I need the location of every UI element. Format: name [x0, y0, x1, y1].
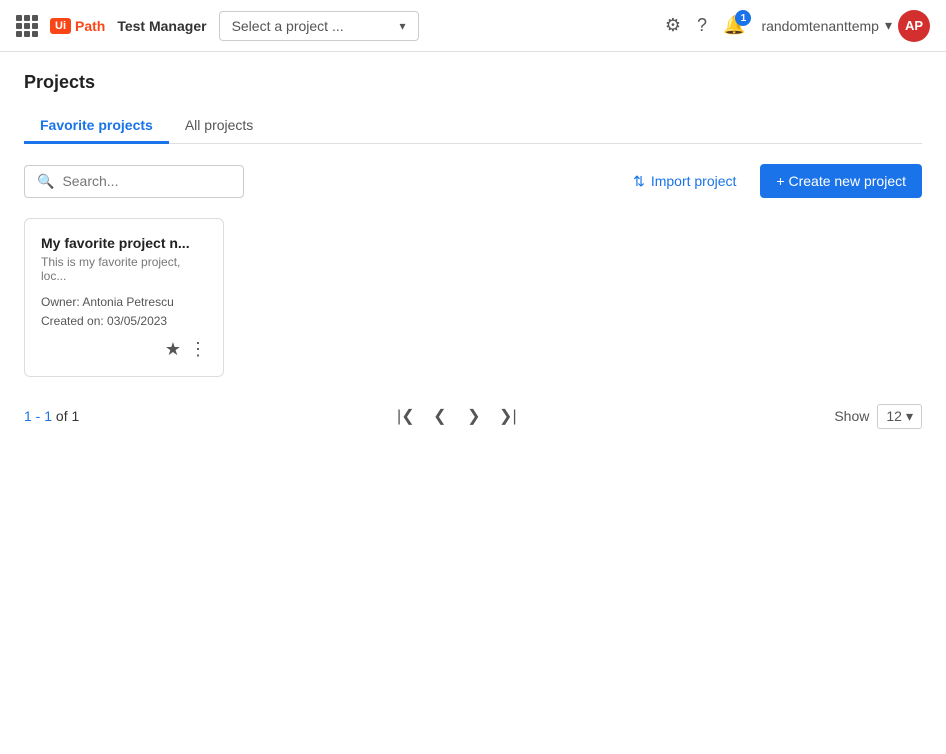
create-project-button[interactable]: + Create new project	[760, 164, 922, 198]
page-navigation: |❮ ❮ ❯ ❯|	[391, 401, 523, 431]
favorite-star-icon[interactable]: ★	[165, 339, 181, 360]
show-count-dropdown[interactable]: 12 ▾	[877, 404, 922, 429]
user-chevron-icon: ▾	[885, 17, 892, 34]
header-left: Ui Path Test Manager	[16, 15, 207, 37]
more-options-icon[interactable]: ⋮	[189, 339, 207, 360]
card-owner: Owner: Antonia Petrescu	[41, 293, 207, 312]
avatar: AP	[898, 10, 930, 42]
app-name: Test Manager	[117, 18, 206, 34]
page-range: 1 - 1	[24, 408, 52, 424]
logo-path-text: Path	[75, 18, 105, 34]
projects-grid: My favorite project n... This is my favo…	[24, 218, 922, 377]
page-total: 1	[71, 408, 79, 424]
card-actions: ★ ⋮	[41, 339, 207, 360]
help-icon[interactable]: ?	[697, 15, 707, 36]
user-menu[interactable]: randomtenanttemp ▾ AP	[761, 10, 930, 42]
logo-ui-box: Ui	[50, 18, 71, 34]
search-box: 🔍	[24, 165, 244, 198]
of-label: of	[56, 408, 72, 424]
page-content: Projects Favorite projects All projects …	[0, 52, 946, 451]
search-input[interactable]	[62, 173, 231, 189]
next-page-button[interactable]: ❯	[459, 401, 489, 431]
user-name: randomtenanttemp	[761, 18, 879, 34]
notification-badge: 1	[735, 10, 751, 26]
project-select-label: Select a project ...	[232, 18, 344, 34]
first-page-button[interactable]: |❮	[391, 401, 421, 431]
pagination: 1 - 1 of 1 |❮ ❮ ❯ ❯| Show 12 ▾	[24, 401, 922, 431]
tab-favorite-projects[interactable]: Favorite projects	[24, 109, 169, 144]
create-label: + Create new project	[776, 173, 906, 189]
show-label: Show	[834, 408, 869, 424]
import-label: Import project	[651, 173, 737, 189]
toolbar: 🔍 ⇅ Import project + Create new project	[24, 164, 922, 198]
toolbar-right: ⇅ Import project + Create new project	[621, 164, 922, 198]
card-created: Created on: 03/05/2023	[41, 312, 207, 331]
show-section: Show 12 ▾	[834, 404, 922, 429]
show-count-value: 12	[886, 408, 902, 424]
card-title: My favorite project n...	[41, 235, 207, 251]
tabs-bar: Favorite projects All projects	[24, 109, 922, 144]
page-range-info: 1 - 1 of 1	[24, 408, 79, 424]
page-title: Projects	[24, 72, 922, 93]
project-select-dropdown[interactable]: Select a project ... ▾	[219, 11, 419, 41]
last-page-button[interactable]: ❯|	[493, 401, 523, 431]
card-content: My favorite project n... This is my favo…	[41, 235, 207, 331]
show-chevron-icon: ▾	[906, 408, 913, 425]
settings-icon[interactable]: ⚙	[665, 15, 681, 36]
header-right: ⚙ ? 🔔 1 randomtenanttemp ▾ AP	[665, 10, 930, 42]
logo: Ui Path	[50, 18, 105, 34]
grid-menu-icon[interactable]	[16, 15, 38, 37]
search-icon: 🔍	[37, 173, 54, 190]
prev-page-button[interactable]: ❮	[425, 401, 455, 431]
card-description: This is my favorite project, loc...	[41, 255, 207, 283]
import-project-button[interactable]: ⇅ Import project	[621, 165, 748, 198]
tab-all-projects[interactable]: All projects	[169, 109, 269, 144]
notification-icon[interactable]: 🔔 1	[723, 15, 745, 36]
project-card[interactable]: My favorite project n... This is my favo…	[24, 218, 224, 377]
header: Ui Path Test Manager Select a project ..…	[0, 0, 946, 52]
chevron-down-icon: ▾	[400, 19, 406, 33]
import-icon: ⇅	[633, 173, 645, 190]
